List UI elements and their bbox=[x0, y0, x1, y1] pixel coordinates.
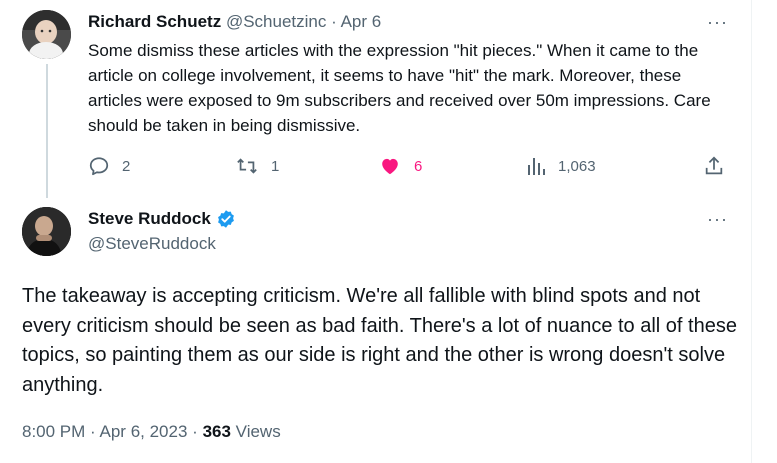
more-icon[interactable]: ··· bbox=[707, 210, 728, 228]
views-icon bbox=[528, 158, 545, 175]
reply-tweet-header: Richard Schuetz @Schuetzinc · Apr 6 bbox=[88, 11, 381, 33]
share-button[interactable] bbox=[703, 153, 725, 179]
main-author-handle[interactable]: @SteveRuddock bbox=[88, 233, 216, 255]
main-tweet-text: The takeaway is accepting criticism. We'… bbox=[22, 285, 737, 396]
meta-separator-2: · bbox=[192, 422, 198, 441]
reply-author-name[interactable]: Richard Schuetz bbox=[88, 12, 221, 31]
main-author-name[interactable]: Steve Ruddock bbox=[88, 208, 211, 230]
like-count: 6 bbox=[414, 157, 423, 175]
views-button[interactable]: 1,063 bbox=[526, 153, 596, 179]
avatar-richard-schuetz[interactable] bbox=[22, 10, 71, 59]
tweet-thread: Richard Schuetz @Schuetzinc · Apr 6 ··· … bbox=[0, 0, 777, 463]
main-tweet-meta: 8:00 PM · Apr 6, 2023 · 363 Views bbox=[22, 421, 281, 443]
more-icon[interactable]: ··· bbox=[707, 13, 728, 31]
meta-separator: · bbox=[90, 422, 96, 441]
reply-count: 2 bbox=[122, 157, 131, 175]
tweet-date[interactable]: Apr 6, 2023 bbox=[100, 422, 188, 441]
share-icon bbox=[705, 156, 723, 175]
reply-separator: · bbox=[331, 12, 337, 31]
repost-button[interactable]: 1 bbox=[235, 153, 279, 179]
verified-badge-icon[interactable] bbox=[216, 209, 236, 229]
reply-author-handle[interactable]: @Schuetzinc bbox=[226, 12, 326, 31]
reply-date[interactable]: Apr 6 bbox=[341, 12, 382, 31]
thread-connector-line bbox=[46, 64, 48, 198]
reply-icon bbox=[89, 157, 109, 176]
retweet-icon bbox=[237, 158, 257, 174]
reply-tweet-text: Some dismiss these articles with the exp… bbox=[88, 41, 711, 135]
like-button[interactable]: 6 bbox=[378, 153, 422, 179]
main-tweet-header: Steve Ruddock bbox=[88, 208, 236, 230]
heart-icon bbox=[382, 158, 398, 175]
view-count: 363 bbox=[202, 422, 231, 441]
views-count: 1,063 bbox=[558, 157, 596, 175]
repost-count: 1 bbox=[271, 157, 280, 175]
avatar-steve-ruddock[interactable] bbox=[22, 207, 71, 256]
reply-button[interactable]: 2 bbox=[88, 153, 130, 179]
reply-tweet-actions: 2 1 6 1,063 bbox=[88, 153, 728, 179]
column-border bbox=[751, 0, 752, 463]
views-label: Views bbox=[235, 422, 281, 441]
tweet-time[interactable]: 8:00 PM bbox=[22, 422, 85, 441]
